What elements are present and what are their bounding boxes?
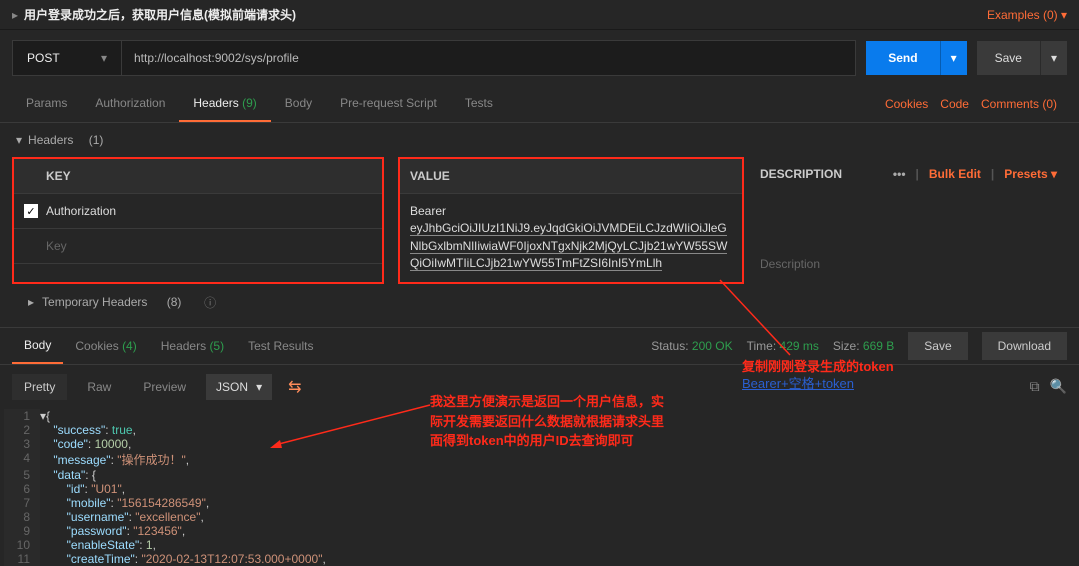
col-key: KEY [46, 169, 71, 183]
col-value: VALUE [400, 159, 742, 194]
save-dropdown[interactable]: ▾ [1040, 41, 1067, 75]
tab-prerequest[interactable]: Pre-request Script [326, 86, 451, 122]
url-input[interactable]: http://localhost:9002/sys/profile [122, 40, 856, 76]
time-text: Time: 429 ms [747, 339, 819, 353]
resp-tab-body[interactable]: Body [12, 328, 63, 364]
headers-section-toggle[interactable]: ▾ Headers (1) [12, 123, 1067, 157]
resp-tab-cookies[interactable]: Cookies (4) [63, 329, 148, 363]
resp-tab-tests[interactable]: Test Results [236, 329, 325, 363]
bulk-edit-link[interactable]: Bulk Edit [929, 167, 981, 181]
format-select[interactable]: JSON ▾ [206, 374, 272, 400]
cookies-link[interactable]: Cookies [885, 97, 928, 111]
presets-link[interactable]: Presets ▾ [1004, 167, 1057, 181]
tab-authorization[interactable]: Authorization [81, 86, 179, 122]
tab-body[interactable]: Body [271, 86, 326, 122]
header-row-value[interactable]: BearereyJhbGciOiJIUzI1NiJ9.eyJqdGkiOiJVM… [400, 194, 742, 282]
tab-headers[interactable]: Headers (9) [179, 86, 270, 122]
method-select[interactable]: POST▾ [12, 40, 122, 76]
col-description: DESCRIPTION [760, 167, 842, 181]
wrap-icon[interactable]: ⇆ [280, 373, 309, 401]
send-dropdown[interactable]: ▾ [940, 41, 967, 75]
save-response-button[interactable]: Save [908, 332, 967, 360]
status-text: Status: 200 OK [651, 339, 732, 353]
download-button[interactable]: Download [982, 332, 1067, 360]
tab-tests[interactable]: Tests [451, 86, 507, 122]
header-row-key[interactable]: ✓Authorization [14, 194, 382, 229]
new-key-input[interactable]: Key [14, 229, 382, 264]
code-link[interactable]: Code [940, 97, 969, 111]
temporary-headers-toggle[interactable]: ▸ Temporary Headers (8) ⓘ [12, 284, 1067, 321]
annotation-1: 我这里方便演示是返回一个用户信息，实 际开发需要返回什么数据就根据请求头里 面得… [430, 392, 664, 451]
view-raw[interactable]: Raw [75, 374, 123, 400]
save-button[interactable]: Save [977, 41, 1040, 75]
resp-tab-headers[interactable]: Headers (5) [149, 329, 236, 363]
copy-icon[interactable]: ⧉ [1030, 378, 1040, 395]
size-text: Size: 669 B [833, 339, 894, 353]
view-pretty[interactable]: Pretty [12, 374, 67, 400]
tab-params[interactable]: Params [12, 86, 81, 122]
examples-link[interactable]: Examples (0) ▾ [987, 8, 1067, 22]
more-icon[interactable]: ••• [893, 167, 906, 181]
search-icon[interactable]: 🔍 [1050, 378, 1067, 395]
request-title: 用户登录成功之后，获取用户信息(模拟前端请求头) [24, 6, 296, 23]
desc-placeholder[interactable]: Description [750, 247, 1067, 281]
row-checkbox[interactable]: ✓ [24, 204, 38, 218]
send-button[interactable]: Send [866, 41, 939, 75]
annotation-2b: Bearer+空格+token [742, 373, 854, 392]
view-preview[interactable]: Preview [131, 374, 198, 400]
comments-link[interactable]: Comments (0) [981, 97, 1057, 111]
collapse-caret[interactable]: ▸ [12, 8, 18, 22]
